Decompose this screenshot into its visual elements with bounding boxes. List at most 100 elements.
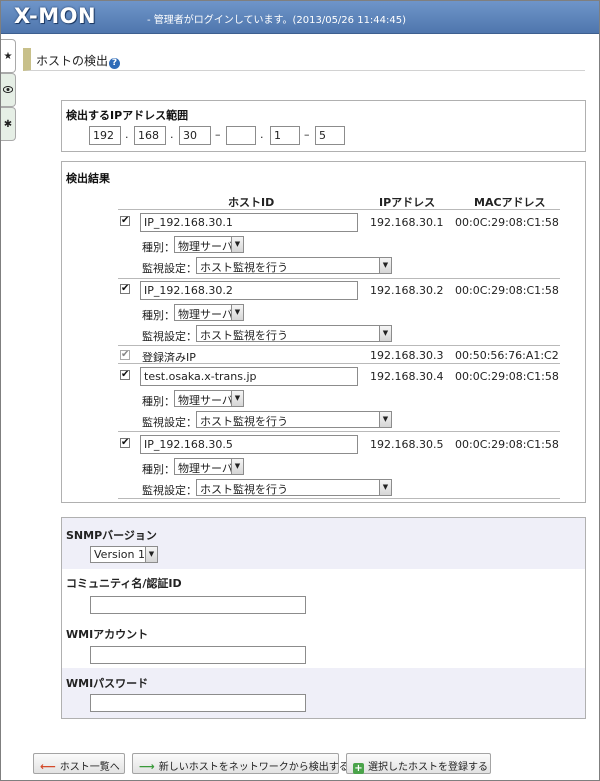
mac-address: 00:0C:29:08:C1:58 (455, 370, 559, 383)
col-header-hostid: ホストID (228, 196, 275, 209)
type-label: 種別： (142, 395, 175, 408)
ip-range-panel: 検出するIPアドレス範囲 192 . 168 . 30 – . 1 – 5 (61, 100, 586, 152)
ip-address: 192.168.30.3 (370, 349, 444, 362)
window-frame: X-MON - 管理者がログインしています。(2013/05/26 11:44:… (0, 0, 600, 781)
monitor-label: 監視設定： (142, 416, 197, 429)
gear-icon: ✱ (3, 118, 13, 130)
mac-address: 00:50:56:76:A1:C2 (455, 349, 559, 362)
page-title-bar: ホストの検出? (23, 48, 585, 71)
row-divider (118, 498, 560, 499)
mac-address: 00:0C:29:08:C1:58 (455, 216, 559, 229)
type-select-value: 物理サーバ (178, 394, 233, 407)
wmi-account-label: WMIアカウント (66, 628, 149, 641)
ip-end-to[interactable]: 5 (315, 126, 345, 145)
monitor-select[interactable]: ホスト監視を行う ▼ (196, 411, 392, 428)
type-select-value: 物理サーバ (178, 462, 233, 475)
detect-new-hosts-button[interactable]: ⟶ 新しいホストをネットワークから検出する (132, 753, 349, 774)
plus-icon: + (353, 763, 364, 774)
snmp-version-section: SNMPバージョン Version 1 ▼ (62, 518, 585, 569)
type-select[interactable]: 物理サーバ ▼ (174, 236, 244, 253)
chevron-down-icon: ▼ (145, 547, 157, 562)
chevron-down-icon: ▼ (379, 326, 391, 341)
ip-dot: . (125, 128, 129, 141)
monitor-select-value: ホスト監視を行う (200, 261, 288, 274)
row-checkbox[interactable]: ✔ (120, 370, 130, 380)
chevron-down-icon: ▼ (379, 412, 391, 427)
monitor-select[interactable]: ホスト監視を行う ▼ (196, 257, 392, 274)
wmi-password-label: WMIパスワード (66, 677, 149, 690)
help-icon[interactable]: ? (109, 58, 121, 69)
ip-dot: . (170, 128, 174, 141)
wmi-account-input[interactable] (90, 646, 306, 664)
ip-start-octet-4[interactable] (226, 126, 256, 145)
chevron-down-icon: ▼ (231, 391, 243, 406)
arrow-right-icon: ⟶ (139, 760, 155, 773)
chevron-down-icon: ▼ (379, 258, 391, 273)
register-selected-hosts-button[interactable]: + 選択したホストを登録する (346, 753, 491, 774)
snmp-version-label: SNMPバージョン (66, 529, 157, 542)
monitor-select-value: ホスト監視を行う (200, 483, 288, 496)
rail-tab-settings[interactable]: ✱ (1, 107, 16, 141)
monitor-select-value: ホスト監視を行う (200, 329, 288, 342)
ip-start-octet-3[interactable]: 30 (179, 126, 211, 145)
monitor-label: 監視設定： (142, 262, 197, 275)
ip-end-from[interactable]: 1 (270, 126, 300, 145)
monitor-select[interactable]: ホスト監視を行う ▼ (196, 479, 392, 496)
ip-range-title: 検出するIPアドレス範囲 (66, 109, 189, 122)
rail-tab-favorites[interactable]: ★ (1, 39, 16, 73)
row-divider (118, 363, 560, 364)
row-divider (118, 431, 560, 432)
wmi-account-section: WMIアカウント (62, 618, 585, 668)
app-logo[interactable]: X-MON (14, 4, 96, 28)
chevron-down-icon: ▼ (231, 305, 243, 320)
ip-dot: . (260, 128, 264, 141)
row-checkbox[interactable]: ✔ (120, 438, 130, 448)
row-divider (118, 278, 560, 279)
col-header-ip: IPアドレス (379, 196, 436, 209)
type-select[interactable]: 物理サーバ ▼ (174, 458, 244, 475)
monitor-label: 監視設定： (142, 484, 197, 497)
type-select[interactable]: 物理サーバ ▼ (174, 390, 244, 407)
results-title: 検出結果 (66, 172, 110, 185)
host-id-input[interactable]: IP_192.168.30.2 (140, 281, 358, 300)
ip-address: 192.168.30.5 (370, 438, 444, 451)
row-checkbox-disabled: ✔ (120, 349, 130, 360)
snmp-version-select[interactable]: Version 1 ▼ (90, 546, 158, 563)
type-select-value: 物理サーバ (178, 240, 233, 253)
ip-start-octet-2[interactable]: 168 (134, 126, 166, 145)
type-label: 種別： (142, 463, 175, 476)
host-id-input[interactable]: IP_192.168.30.1 (140, 213, 358, 232)
community-label: コミュニティ名/認証ID (66, 577, 182, 590)
ip-start-octet-1[interactable]: 192 (89, 126, 121, 145)
row-divider (118, 345, 560, 346)
row-checkbox[interactable]: ✔ (120, 216, 130, 226)
wmi-password-input[interactable] (90, 694, 306, 712)
chevron-down-icon: ▼ (231, 237, 243, 252)
type-label: 種別： (142, 241, 175, 254)
ip-address: 192.168.30.1 (370, 216, 444, 229)
star-icon: ★ (3, 50, 13, 62)
rail-tab-view[interactable] (1, 73, 16, 107)
chevron-down-icon: ▼ (231, 459, 243, 474)
back-to-host-list-button[interactable]: ⟵ ホスト一覧へ (33, 753, 125, 774)
detection-results-panel: 検出結果 ホストID IPアドレス MACアドレス ✔ IP_192.168.3… (61, 161, 586, 503)
col-header-mac: MACアドレス (474, 196, 546, 209)
ip-address: 192.168.30.4 (370, 370, 444, 383)
ip-dash: – (215, 128, 221, 141)
community-input[interactable] (90, 596, 306, 614)
row-checkbox[interactable]: ✔ (120, 284, 130, 294)
host-id-input[interactable]: IP_192.168.30.5 (140, 435, 358, 454)
arrow-left-icon: ⟵ (40, 760, 56, 773)
monitor-select[interactable]: ホスト監視を行う ▼ (196, 325, 392, 342)
page-title: ホストの検出? (36, 52, 121, 69)
host-id-input[interactable]: test.osaka.x-trans.jp (140, 367, 358, 386)
back-button-label: ホスト一覧へ (59, 762, 120, 773)
page-title-text: ホストの検出 (36, 54, 109, 68)
login-status: - 管理者がログインしています。(2013/05/26 11:44:45) (147, 15, 407, 26)
monitor-select-value: ホスト監視を行う (200, 415, 288, 428)
type-label: 種別： (142, 309, 175, 322)
type-select-value: 物理サーバ (178, 308, 233, 321)
type-select[interactable]: 物理サーバ ▼ (174, 304, 244, 321)
wmi-password-section: WMIパスワード (62, 668, 585, 718)
row-divider (118, 209, 560, 210)
